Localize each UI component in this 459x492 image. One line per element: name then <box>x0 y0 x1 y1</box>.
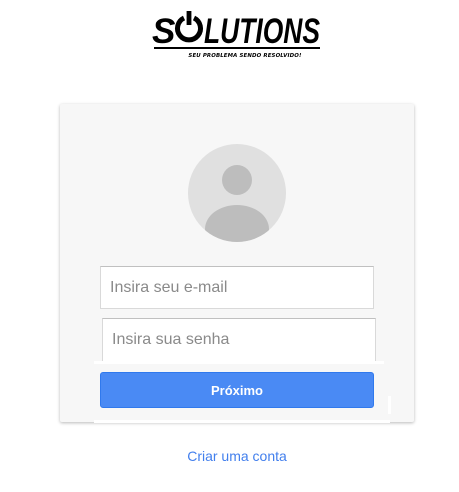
login-page: S LUTIONS SEU PROBLEMA SENDO RESOLVIDO! … <box>0 0 459 492</box>
email-input[interactable] <box>100 266 374 309</box>
login-card: Próximo <box>60 104 414 423</box>
card-artifact-stripe <box>94 361 384 364</box>
logo-tagline: SEU PROBLEMA SENDO RESOLVIDO! <box>188 53 302 59</box>
password-input[interactable] <box>102 318 376 362</box>
logo-wordmark: S LUTIONS <box>152 11 320 51</box>
create-account-link[interactable]: Criar uma conta <box>0 448 459 464</box>
solutions-logo: S LUTIONS SEU PROBLEMA SENDO RESOLVIDO! <box>150 10 326 68</box>
next-button[interactable]: Próximo <box>100 372 374 408</box>
power-icon <box>175 11 203 43</box>
card-artifact-stripe <box>94 420 390 423</box>
logo-letter-s: S <box>152 12 175 51</box>
default-user-icon <box>188 144 286 242</box>
logo-letters-lutions: LUTIONS <box>204 12 320 51</box>
card-artifact-stripe <box>388 396 391 414</box>
logo-underline <box>154 47 320 49</box>
